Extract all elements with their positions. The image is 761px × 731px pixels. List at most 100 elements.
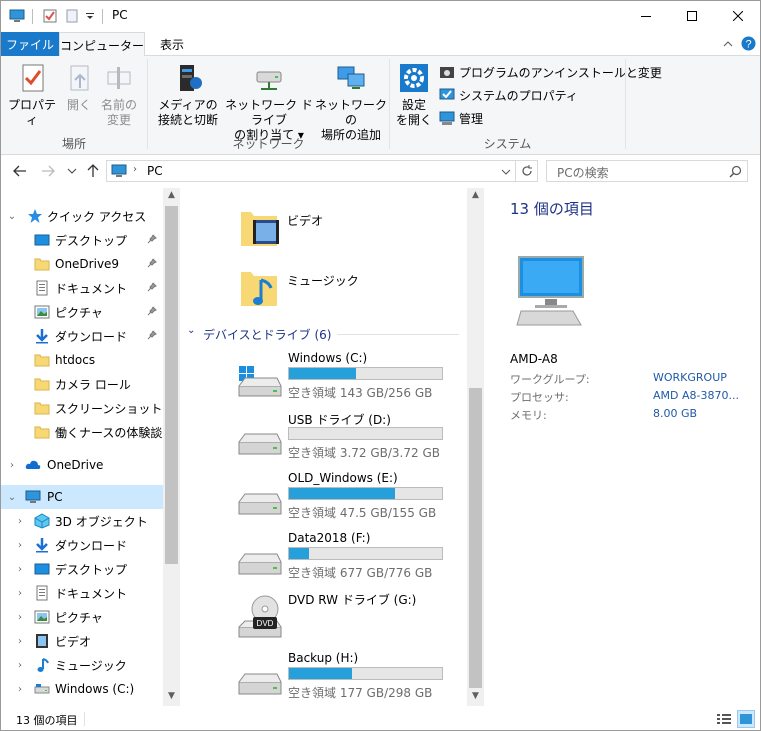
computer-icon[interactable] — [9, 8, 25, 24]
open-settings-button[interactable]: 設定 を開く — [394, 62, 434, 128]
up-arrow-icon[interactable] — [87, 164, 99, 178]
nav-scroll-thumb[interactable] — [165, 206, 178, 564]
refresh-button[interactable] — [516, 160, 538, 182]
address-dropdown-icon[interactable] — [501, 169, 511, 175]
breadcrumb-chevron-icon[interactable]: › — [133, 164, 137, 175]
folder-label: ビデオ — [287, 214, 324, 228]
nav-label: OneDrive9 — [55, 257, 120, 271]
nav-quick-item[interactable]: ダウンロード — [1, 324, 163, 348]
details-view-icon[interactable] — [717, 713, 731, 725]
properties-check-icon[interactable] — [42, 8, 58, 24]
nav-quick-item[interactable]: カメラ ロール — [1, 372, 163, 396]
expand-chevron-icon[interactable]: › — [15, 588, 25, 599]
content-scroll-thumb[interactable] — [469, 388, 482, 688]
nav-quick-item[interactable]: OneDrive9 — [1, 252, 163, 276]
folder-icon — [34, 426, 50, 439]
nav-pc-item[interactable]: › ダウンロード — [1, 533, 163, 557]
nav-onedrive[interactable]: › OneDrive — [1, 453, 163, 477]
close-button[interactable] — [715, 1, 760, 31]
maximize-button[interactable] — [669, 1, 715, 31]
expand-chevron-icon[interactable]: › — [15, 612, 25, 623]
drive-name: Windows (C:) — [288, 351, 368, 365]
back-arrow-icon[interactable] — [13, 165, 27, 177]
nav-quick-item[interactable]: ピクチャ — [1, 300, 163, 324]
search-input[interactable]: PCの検索 — [546, 160, 748, 182]
nav-label: ピクチャ — [55, 610, 103, 625]
drive-item[interactable]: Backup (H:) 空き領域 177 GB/298 GB — [181, 651, 466, 706]
expand-chevron-icon[interactable]: › — [15, 636, 25, 647]
nav-quick-item[interactable]: 働くナースの体験談 — [1, 420, 163, 444]
folder-music[interactable]: ミュージック — [239, 266, 439, 316]
nav-pc-item[interactable]: › 3D オブジェクト — [1, 509, 163, 533]
nav-quick-item[interactable]: スクリーンショット — [1, 396, 163, 420]
map-drive-button[interactable]: ネットワーク ドライブ の割り当て ▾ — [223, 62, 315, 143]
nav-quick-item[interactable]: ドキュメント — [1, 276, 163, 300]
nav-pc-item[interactable]: › デスクトップ — [1, 557, 163, 581]
qat-dropdown-icon[interactable] — [85, 8, 95, 24]
expand-chevron-icon[interactable]: › — [15, 564, 25, 575]
tab-view[interactable]: 表示 — [145, 32, 199, 56]
address-bar[interactable]: › PC — [106, 160, 516, 182]
pin-icon[interactable] — [147, 234, 157, 244]
pin-icon[interactable] — [147, 282, 157, 292]
rename-button[interactable]: 名前の 変更 — [99, 62, 139, 128]
tiles-view-button[interactable] — [737, 710, 755, 728]
drive-item[interactable]: DVD DVD RW ドライブ (G:) — [181, 591, 466, 651]
scroll-down-icon[interactable]: ▼ — [163, 691, 180, 705]
add-network-location-button[interactable]: ネットワークの 場所の追加 — [315, 62, 387, 143]
recent-locations-chevron-icon[interactable] — [67, 167, 77, 175]
nav-pc-item[interactable]: › ピクチャ — [1, 605, 163, 629]
scroll-up-icon[interactable]: ▲ — [467, 190, 484, 204]
drive-item[interactable]: USB ドライブ (D:) 空き領域 3.72 GB/3.72 GB — [181, 411, 466, 471]
expand-chevron-icon[interactable]: ⌄ — [7, 492, 17, 503]
scroll-down-icon[interactable]: ▼ — [467, 691, 484, 705]
pin-icon[interactable] — [147, 330, 157, 340]
nav-quick-item[interactable]: htdocs — [1, 348, 163, 372]
expand-chevron-icon[interactable]: › — [15, 660, 25, 671]
nav-scrollbar[interactable]: ▲ ▼ — [163, 188, 180, 706]
details-pane: 13 個の項目 AMD-A8 ワークグループ: WORKGROUP プロセッサ: AM… — [491, 188, 759, 706]
scroll-up-icon[interactable]: ▲ — [163, 190, 180, 204]
navigation-pane: ⌄ クイック アクセス デスクトップ OneDrive9 ドキュメント ピクチャ ダウン… — [1, 188, 177, 706]
forward-arrow-icon[interactable] — [41, 165, 55, 177]
collapse-ribbon-icon[interactable] — [723, 40, 733, 48]
tab-computer[interactable]: コンピューター — [59, 32, 145, 57]
expand-chevron-icon[interactable]: › — [15, 540, 25, 551]
drive-item[interactable]: Data2018 (F:) 空き領域 677 GB/776 GB — [181, 531, 466, 591]
expand-chevron-icon[interactable]: › — [15, 516, 25, 527]
nav-pc-item[interactable]: › Windows (C:) — [1, 677, 163, 701]
minimize-button[interactable] — [623, 1, 669, 31]
svg-text:?: ? — [745, 39, 751, 51]
nav-pc[interactable]: ⌄ PC — [1, 485, 163, 509]
folder-videos[interactable]: ビデオ — [239, 206, 439, 256]
nav-quick-item[interactable]: デスクトップ — [1, 228, 163, 252]
expand-chevron-icon[interactable]: › — [15, 684, 25, 695]
expand-chevron-icon[interactable]: ⌄ — [7, 211, 17, 222]
devices-header-label: デバイスとドライブ (6) — [203, 328, 332, 342]
expand-chevron-icon[interactable]: › — [7, 460, 17, 471]
media-button[interactable]: メディアの 接続と切断 — [153, 62, 223, 128]
media-label-1: メディアの — [158, 98, 218, 112]
nav-quick-access[interactable]: ⌄ クイック アクセス — [1, 204, 163, 228]
content-scrollbar[interactable]: ▲ ▼ — [467, 188, 484, 706]
collapse-chevron-icon[interactable]: ⌄ — [187, 325, 195, 336]
new-folder-icon[interactable] — [64, 8, 80, 24]
drive-item[interactable]: OLD_Windows (E:) 空き領域 47.5 GB/155 GB — [181, 471, 466, 531]
uninstall-button[interactable]: プログラムのアンインストールと変更 — [439, 62, 662, 82]
pin-icon[interactable] — [147, 258, 157, 268]
devices-group-header[interactable]: ⌄ デバイスとドライブ (6) — [187, 325, 459, 345]
nav-pc-item[interactable]: › ドキュメント — [1, 581, 163, 605]
system-properties-button[interactable]: システムのプロパティ — [439, 85, 578, 105]
system-group-label: システム — [483, 137, 532, 151]
drive-item[interactable]: Windows (C:) 空き領域 143 GB/256 GB — [181, 351, 466, 411]
pin-icon[interactable] — [147, 306, 157, 316]
manage-button[interactable]: 管理 — [439, 108, 483, 128]
breadcrumb-pc[interactable]: PC — [147, 164, 163, 178]
nav-pc-item[interactable]: › ミュージック — [1, 653, 163, 677]
properties-button[interactable]: プロパティ — [7, 62, 57, 128]
open-button[interactable]: 開く — [59, 62, 99, 113]
help-icon[interactable]: ? — [741, 36, 756, 51]
network-drive-icon — [256, 71, 282, 90]
nav-pc-item[interactable]: › ビデオ — [1, 629, 163, 653]
tab-file[interactable]: ファイル — [1, 32, 59, 56]
